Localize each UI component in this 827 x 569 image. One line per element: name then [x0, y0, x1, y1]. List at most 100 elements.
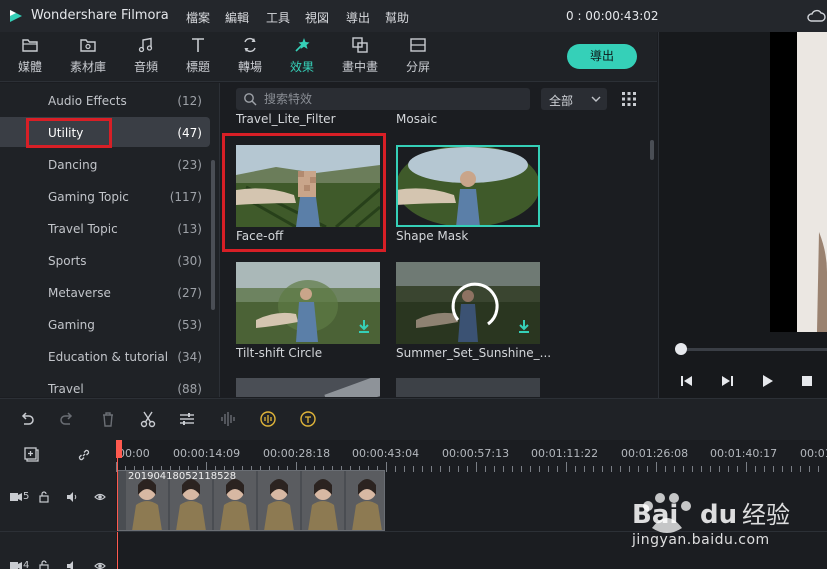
ruler-label: 00:00:43:04 — [352, 447, 420, 460]
search-input[interactable] — [264, 90, 524, 108]
sidebar-item-label: Metaverse — [48, 286, 111, 300]
tab-stock-library[interactable]: 素材庫 — [65, 36, 111, 76]
sidebar-item-count: (30) — [177, 254, 202, 268]
tab-titles-label: 標題 — [185, 60, 210, 74]
sidebar-scrollbar[interactable] — [211, 160, 215, 310]
sidebar-item-education-tutorial[interactable]: Education & tutorial (34) — [0, 341, 210, 371]
eye-icon[interactable] — [94, 491, 106, 503]
menu-tools[interactable]: 工具 — [266, 9, 290, 26]
ruler-label: 00:01 — [800, 447, 827, 460]
chevron-down-icon — [591, 96, 601, 102]
sidebar-item-metaverse[interactable]: Metaverse (27) — [0, 277, 210, 307]
watermark-url: jingyan.baidu.com — [632, 532, 770, 548]
text-icon — [192, 38, 204, 52]
tab-transitions[interactable]: 轉場 — [227, 36, 273, 76]
split-screen-icon — [410, 38, 426, 52]
effect-card-face-off[interactable] — [236, 145, 380, 227]
transition-icon — [244, 37, 256, 53]
sidebar-item-utility[interactable]: Utility (47) — [0, 117, 210, 147]
filter-dropdown[interactable]: 全部 — [541, 88, 607, 110]
audio-waveform-icon[interactable] — [219, 410, 237, 428]
clip-frame-thumbnail — [346, 471, 384, 530]
menu-file[interactable]: 檔案 — [186, 9, 210, 26]
sidebar-item-gaming[interactable]: Gaming (53) — [0, 309, 210, 339]
sidebar-item-count: (27) — [177, 286, 202, 300]
adjust-icon[interactable] — [178, 410, 196, 428]
delete-icon[interactable] — [99, 410, 117, 428]
clip-label: 20190418052118528 — [128, 471, 237, 482]
tab-pip[interactable]: 畫中畫 — [337, 36, 383, 76]
sidebar-item-label: Gaming Topic — [48, 190, 129, 204]
preview-frame — [797, 32, 827, 332]
sidebar-item-count: (12) — [177, 94, 202, 108]
preview-progress-handle[interactable] — [675, 343, 687, 355]
sidebar-item-travel[interactable]: Travel (88) — [0, 373, 210, 397]
cut-icon[interactable] — [139, 410, 157, 428]
speaker-icon[interactable] — [66, 560, 78, 569]
lock-icon[interactable] — [38, 491, 50, 503]
eye-icon[interactable] — [94, 560, 106, 569]
effect-thumbnail — [396, 145, 540, 227]
audio-mixer-icon[interactable] — [259, 410, 277, 428]
sidebar-item-dancing[interactable]: Dancing (23) — [0, 149, 210, 179]
preview-progress-track[interactable] — [676, 348, 827, 351]
ruler-label: 00:00:14:09 — [173, 447, 241, 460]
video-clip[interactable]: 20190418052118528 — [117, 470, 385, 531]
tab-transitions-label: 轉場 — [237, 60, 262, 74]
video-track-icon — [10, 493, 22, 501]
video-track-icon — [10, 562, 22, 569]
menu-export[interactable]: 導出 — [346, 9, 370, 26]
effect-card-partial[interactable] — [396, 378, 540, 397]
sidebar-item-label: Utility — [48, 126, 84, 140]
effect-thumbnail — [236, 145, 380, 227]
play-icon[interactable] — [760, 374, 774, 388]
speaker-icon[interactable] — [66, 491, 78, 503]
tab-media[interactable]: 媒體 — [7, 36, 53, 76]
sidebar-item-gaming-topic[interactable]: Gaming Topic (117) — [0, 181, 210, 211]
playhead-line — [117, 458, 118, 569]
menu-help[interactable]: 幫助 — [385, 9, 409, 26]
speech-to-text-icon[interactable] — [299, 410, 317, 428]
tab-titles[interactable]: 標題 — [175, 36, 221, 76]
undo-icon[interactable] — [18, 410, 36, 428]
tab-split-screen[interactable]: 分屏 — [395, 36, 441, 76]
tab-stock-library-label: 素材庫 — [69, 60, 106, 74]
lock-icon[interactable] — [38, 560, 50, 569]
sidebar-item-count: (34) — [177, 350, 202, 364]
sidebar-item-label: Education & tutorial — [48, 350, 169, 364]
download-icon[interactable] — [517, 319, 531, 333]
sidebar-item-audio-effects[interactable]: Audio Effects (12) — [0, 85, 210, 115]
effect-card-title: Mosaic — [396, 112, 438, 126]
redo-icon[interactable] — [58, 410, 76, 428]
next-frame-icon[interactable] — [720, 374, 734, 388]
search-box[interactable] — [236, 88, 530, 110]
tab-media-label: 媒體 — [17, 60, 42, 74]
cloud-icon[interactable] — [806, 9, 826, 23]
download-icon[interactable] — [357, 319, 371, 333]
menu-view[interactable]: 視図 — [305, 9, 329, 26]
tab-audio[interactable]: 音頻 — [123, 36, 169, 76]
sidebar-item-travel-topic[interactable]: Travel Topic (13) — [0, 213, 210, 243]
add-track-icon[interactable] — [24, 447, 40, 463]
playhead-handle[interactable] — [116, 440, 122, 458]
pip-icon — [352, 37, 368, 53]
sidebar-item-sports[interactable]: Sports (30) — [0, 245, 210, 275]
filmora-logo-icon — [10, 10, 22, 22]
sidebar-item-label: Travel — [48, 382, 84, 396]
clip-frame-thumbnail — [302, 471, 344, 530]
export-button[interactable]: 導出 — [567, 44, 637, 69]
image-folder-icon — [80, 39, 96, 52]
stop-icon[interactable] — [800, 374, 814, 388]
previous-frame-icon[interactable] — [680, 374, 694, 388]
tab-effects[interactable]: 效果 — [279, 36, 325, 76]
folder-icon — [22, 39, 38, 52]
effect-card-partial[interactable] — [236, 378, 380, 397]
grid-view-icon[interactable] — [622, 92, 636, 106]
effects-scrollbar[interactable] — [650, 140, 654, 160]
effect-card-title: Travel_Lite_Filter — [236, 112, 336, 126]
effect-card-shape-mask[interactable] — [396, 145, 540, 227]
filter-dropdown-value: 全部 — [549, 94, 574, 108]
link-icon[interactable] — [76, 447, 92, 463]
effects-category-sidebar: Audio Effects (12) Utility (47) Dancing … — [0, 83, 219, 397]
menu-edit[interactable]: 編輯 — [225, 9, 249, 26]
